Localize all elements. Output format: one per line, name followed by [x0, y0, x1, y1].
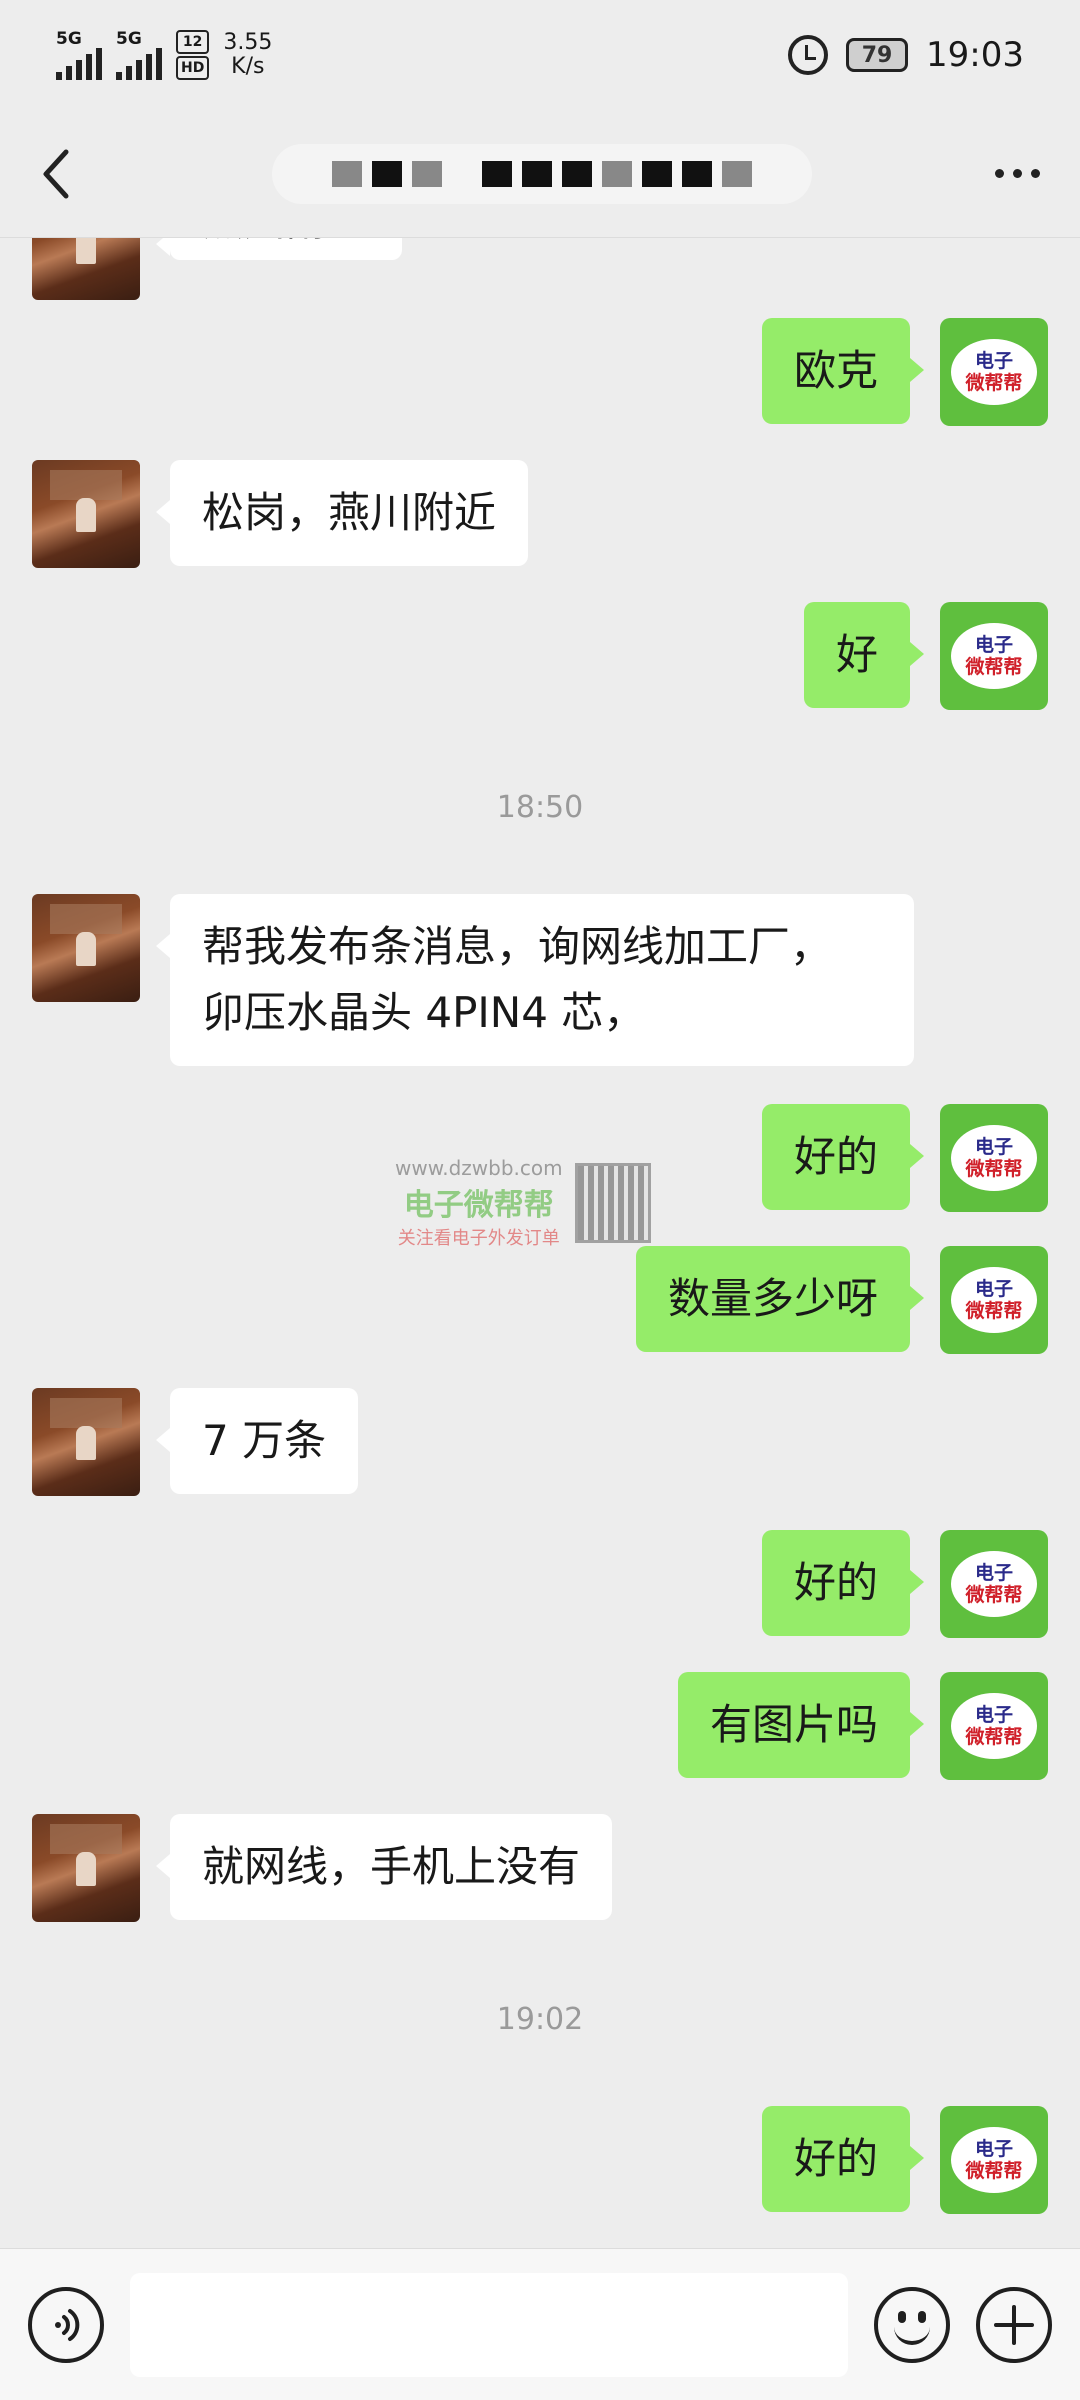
message-outgoing: 好的 电子 微帮帮 [761, 1104, 1048, 1212]
message-outgoing: 数量多少呀 电子 微帮帮 [635, 1246, 1048, 1354]
message-bubble[interactable]: 好的 [761, 1530, 925, 1636]
plus-icon[interactable] [976, 2286, 1052, 2363]
avatar-logo-line2: 微帮帮 [965, 372, 1023, 394]
message-bubble[interactable]: 就网线，手机上没有 [155, 1814, 613, 1920]
my-avatar[interactable]: 电子 微帮帮 [940, 1246, 1048, 1354]
avatar-logo-line1: 电子 [974, 350, 1013, 372]
my-avatar[interactable]: 电子 微帮帮 [940, 602, 1048, 710]
message-outgoing: 好的 电子 微帮帮 [761, 1530, 1048, 1638]
avatar-logo-line2: 微帮帮 [965, 2160, 1023, 2182]
avatar-logo-line2: 微帮帮 [965, 1726, 1023, 1748]
my-avatar[interactable]: 电子 微帮帮 [940, 2106, 1048, 2214]
signal-1: 5G [56, 28, 102, 80]
hd-badge: 12 HD [176, 30, 210, 80]
qr-code-icon [574, 1163, 651, 1243]
speed-unit: K/s [231, 54, 265, 79]
contact-avatar[interactable] [32, 1814, 140, 1922]
avatar-logo-line1: 电子 [974, 1278, 1013, 1300]
chat-header [0, 110, 1080, 238]
avatar-logo-line1: 电子 [974, 634, 1013, 656]
avatar-logo-line1: 电子 [974, 1562, 1013, 1584]
message-bubble[interactable]: 数量多少呀 [635, 1246, 925, 1352]
message-bubble[interactable]: 帮我发布条消息，询网线加工厂， 卯压水晶头 4PIN4 芯， [156, 894, 914, 1066]
battery-level: 79 [861, 42, 893, 68]
my-avatar[interactable]: 电子 微帮帮 [940, 1530, 1048, 1638]
signal-2: 5G [116, 28, 162, 80]
alarm-icon [788, 35, 829, 75]
message-bubble[interactable]: 7 万条 [155, 1388, 359, 1494]
contact-avatar[interactable] [32, 894, 140, 1002]
avatar-logo-line2: 微帮帮 [965, 656, 1023, 678]
timestamp-separator: 19:02 [496, 2002, 584, 2037]
watermark-subtitle: 关注看电子外发订单 [397, 1228, 560, 1249]
avatar-logo-line2: 微帮帮 [965, 1300, 1023, 1322]
avatar-logo-line1: 电子 [974, 2138, 1013, 2160]
message-outgoing: 好 电子 微帮帮 [803, 602, 1048, 710]
status-bar: 5G 5G 12 HD 3.55 K/s 79 19:03 [0, 0, 1080, 110]
message-outgoing: 好的 电子 微帮帮 [761, 2106, 1048, 2214]
avatar-logo-line2: 微帮帮 [965, 1584, 1023, 1606]
battery-icon: 79 [846, 38, 909, 72]
signal-2-label: 5G [116, 28, 142, 49]
watermark-url: www.dzwbb.com [395, 1156, 563, 1180]
hd-top: 12 [176, 30, 210, 54]
message-incoming: 帮我发布条消息，询网线加工厂， 卯压水晶头 4PIN4 芯， [32, 894, 914, 1066]
message-bubble[interactable]: 有图片吗 [677, 1672, 925, 1778]
message-input[interactable] [130, 2272, 848, 2377]
my-avatar[interactable]: 电子 微帮帮 [940, 1672, 1048, 1780]
status-right: 79 19:03 [788, 35, 1024, 75]
signal-2-bars-icon [116, 47, 162, 80]
status-left: 5G 5G 12 HD 3.55 K/s [56, 30, 272, 80]
more-icon[interactable] [995, 169, 1040, 178]
message-incoming: 松岗，燕川附近 [32, 460, 529, 568]
signal-1-bars-icon [56, 47, 102, 80]
signal-1-label: 5G [56, 28, 82, 49]
message-bubble[interactable]: 好 [803, 602, 925, 708]
contact-avatar[interactable] [32, 460, 140, 568]
avatar-logo-line1: 电子 [974, 1704, 1013, 1726]
message-bubble[interactable]: 好的 [761, 1104, 925, 1210]
watermark-name: 电子微帮帮 [403, 1188, 554, 1223]
watermark-text: www.dzwbb.com 电子微帮帮 关注看电子外发订单 [395, 1156, 563, 1250]
speed-value: 3.55 [223, 30, 273, 55]
network-speed: 3.55 K/s [223, 31, 272, 79]
avatar-logo-line2: 微帮帮 [965, 1158, 1023, 1180]
message-incoming: 燕川附近 [32, 238, 403, 300]
timestamp-separator: 18:50 [496, 790, 584, 825]
hd-bottom: HD [176, 56, 210, 80]
chat-title-redacted [271, 143, 812, 204]
message-bubble[interactable]: 松岗，燕川附近 [155, 460, 529, 566]
message-bubble[interactable]: 好的 [761, 2106, 925, 2212]
contact-avatar[interactable] [32, 1388, 140, 1496]
my-avatar[interactable]: 电子 微帮帮 [940, 1104, 1048, 1212]
back-icon[interactable] [40, 144, 88, 204]
emoji-icon[interactable] [874, 2286, 950, 2363]
message-outgoing: 有图片吗 电子 微帮帮 [677, 1672, 1048, 1780]
watermark: www.dzwbb.com 电子微帮帮 关注看电子外发订单 [395, 1153, 690, 1253]
my-avatar[interactable]: 电子 微帮帮 [940, 318, 1048, 426]
message-line-1: 帮我发布条消息，询网线加工厂， [202, 922, 833, 971]
contact-avatar[interactable] [32, 238, 140, 300]
message-line-2: 卯压水晶头 4PIN4 芯， [202, 988, 646, 1037]
status-time: 19:03 [926, 35, 1024, 75]
message-incoming: 就网线，手机上没有 [32, 1814, 613, 1922]
input-bar [0, 2248, 1080, 2400]
avatar-logo-line1: 电子 [974, 1136, 1013, 1158]
message-bubble[interactable]: 燕川附近 [155, 238, 403, 260]
message-incoming: 7 万条 [32, 1388, 359, 1496]
voice-icon[interactable] [28, 2286, 104, 2363]
message-outgoing: 欧克 电子 微帮帮 [761, 318, 1048, 426]
message-bubble[interactable]: 欧克 [761, 318, 925, 424]
